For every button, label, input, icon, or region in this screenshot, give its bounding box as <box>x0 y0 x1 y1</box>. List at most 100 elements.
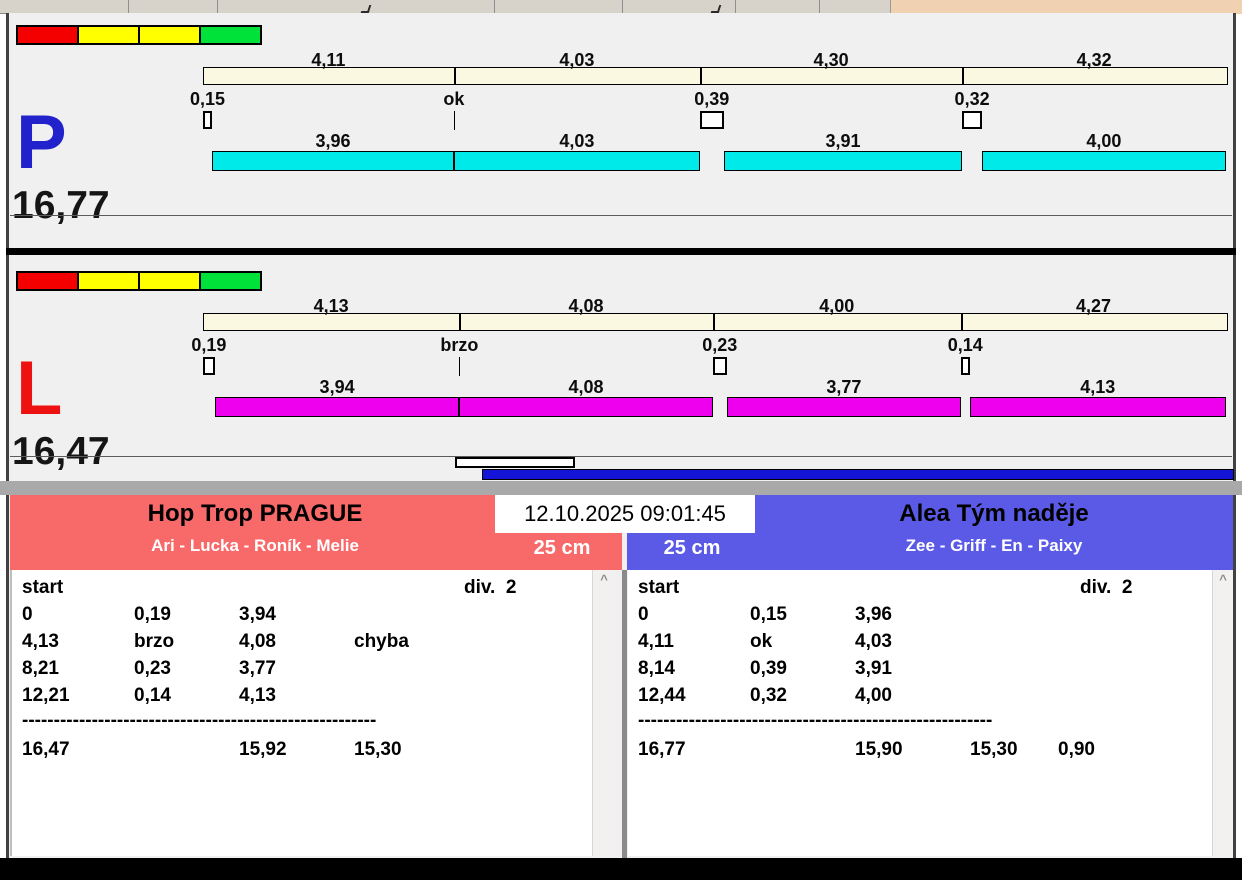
exchange-gap-tick <box>453 111 455 130</box>
progress-marker-box <box>455 457 575 468</box>
summary-cell: 15,30 <box>354 739 402 760</box>
lane-p-total-time: 16,77 <box>12 184 110 227</box>
rope-height-left: 25 cm <box>533 537 591 559</box>
panel-top-strip <box>0 481 1242 495</box>
datetime-display: 12.10.2025 09:01:45 <box>495 495 755 533</box>
exchange-gap-box <box>203 111 213 129</box>
jump-time-bar <box>726 397 961 417</box>
summary-cell: 16,77 <box>638 739 686 760</box>
leg-duration-label: 4,08 <box>568 296 604 316</box>
summary-cell: 16,47 <box>22 739 70 760</box>
team-members-right: Zee - Griff - En - Paixy <box>905 536 1083 555</box>
jump-time-bar <box>212 151 454 171</box>
exchange-gap-label: brzo <box>440 335 479 355</box>
exchange-gap-label: 0,32 <box>954 89 990 109</box>
flag-cell <box>138 27 199 43</box>
split-cell: 12,44 <box>638 685 686 706</box>
jump-time-bar <box>723 151 963 171</box>
exchange-gap-label: ok <box>443 89 465 109</box>
flag-cell <box>77 27 138 43</box>
exchange-gap-box <box>203 357 215 375</box>
jump-time-label: 4,00 <box>1086 131 1122 151</box>
lane-l-total-time: 16,47 <box>12 430 110 473</box>
flag-cell <box>199 27 260 43</box>
flag-cell <box>199 273 260 289</box>
menubar-separator <box>494 0 495 13</box>
jump-time-bar <box>969 397 1226 417</box>
split-cell: 4,13 <box>22 631 59 652</box>
jump-time-label: 3,77 <box>826 377 862 397</box>
summary-cell: 15,90 <box>855 739 903 760</box>
leg-boundary-divider <box>453 67 456 85</box>
team-members-left: Ari - Lucka - Roník - Melie <box>151 536 359 555</box>
summary-separator: ----------------------------------------… <box>638 710 993 731</box>
exchange-gap-label: 0,23 <box>702 335 738 355</box>
split-cell: 3,91 <box>855 658 892 679</box>
leg-duration-label: 4,27 <box>1075 296 1111 316</box>
leg-boundary-divider <box>712 313 715 331</box>
speed-timing-scoreboard: P 16,77 4,11 0,15 3,96 4,03 ok 4,03 4,30 0,39 3,… <box>0 0 1242 880</box>
split-cell: 0,14 <box>134 685 171 706</box>
flag-cell <box>77 273 138 289</box>
exchange-gap-label: 0,19 <box>191 335 227 355</box>
exchange-gap-box <box>699 111 724 129</box>
split-cell: 0,23 <box>134 658 171 679</box>
status-flag-strip <box>16 25 262 45</box>
split-cell: 3,96 <box>855 604 892 625</box>
split-cell: 8,21 <box>22 658 59 679</box>
panel-divider <box>622 570 627 858</box>
split-cell: 4,00 <box>855 685 892 706</box>
summary-separator: ----------------------------------------… <box>22 710 377 731</box>
scroll-up-icon[interactable]: ^ <box>1213 572 1233 587</box>
split-cell: 0,15 <box>750 604 787 625</box>
jump-time-label: 4,13 <box>1080 377 1116 397</box>
scrollbar-right-table[interactable]: ^ <box>1212 570 1233 856</box>
lane-l-split-chart: 4,13 0,19 3,94 4,08 brzo 4,08 4,00 0,23 3,77 4,27… <box>191 296 1228 421</box>
start-label: start <box>638 577 680 598</box>
split-cell: brzo <box>134 631 175 652</box>
split-cell: 0 <box>22 604 33 625</box>
lane-p-section: P 16,77 4,11 0,15 3,96 4,03 ok 4,03 4,30 0,39 3,… <box>0 13 1242 259</box>
section-divider-line <box>10 456 1232 457</box>
exchange-gap-box <box>962 111 982 129</box>
rope-height-right: 25 cm <box>663 537 721 559</box>
split-cell: 4,11 <box>638 631 674 652</box>
lane-separator-bar <box>6 248 1236 255</box>
flag-cell <box>18 273 77 289</box>
jump-time-bar <box>981 151 1226 171</box>
leg-duration-label: 4,30 <box>813 50 849 70</box>
status-flag-strip <box>16 271 262 291</box>
split-cell: ok <box>750 631 773 652</box>
split-cell: 8,14 <box>638 658 675 679</box>
summary-cell: 15,30 <box>970 739 1018 760</box>
lane-l-letter: L <box>16 346 63 431</box>
split-cell: 4,08 <box>239 631 276 652</box>
split-cell: chyba <box>354 631 409 652</box>
split-cell: 3,77 <box>239 658 276 679</box>
split-cell: 0,39 <box>750 658 787 679</box>
menubar-strip[interactable] <box>0 0 890 14</box>
flag-cell <box>138 273 199 289</box>
split-cell: 0 <box>638 604 649 625</box>
split-cell: 12,21 <box>22 685 70 706</box>
team-name-left: Hop Trop PRAGUE <box>147 500 363 527</box>
division-label: div. 2 <box>464 577 517 598</box>
jump-time-label: 3,94 <box>319 377 355 397</box>
leg-duration-label: 4,11 <box>311 50 346 70</box>
lane-p-split-chart: 4,11 0,15 3,96 4,03 ok 4,03 4,30 0,39 3,91 4,32 0,… <box>190 50 1228 175</box>
split-cell: 3,94 <box>239 604 276 625</box>
split-cell: 0,19 <box>134 604 171 625</box>
leg-boundary-divider <box>699 67 702 85</box>
leg-duration-label: 4,32 <box>1076 50 1112 70</box>
exchange-gap-label: 0,39 <box>694 89 730 109</box>
exchange-gap-box <box>712 357 727 375</box>
clipped-menu-glyph <box>710 5 722 13</box>
split-cell: 4,03 <box>855 631 892 652</box>
bottom-black-bar <box>0 858 1242 880</box>
section-divider-line <box>10 215 1232 216</box>
scrollbar-left-table[interactable]: ^ <box>592 570 615 856</box>
jump-time-bar <box>459 397 713 417</box>
scroll-up-icon[interactable]: ^ <box>593 572 615 587</box>
lane-p-letter: P <box>16 100 67 185</box>
split-cell: 0,32 <box>750 685 787 706</box>
